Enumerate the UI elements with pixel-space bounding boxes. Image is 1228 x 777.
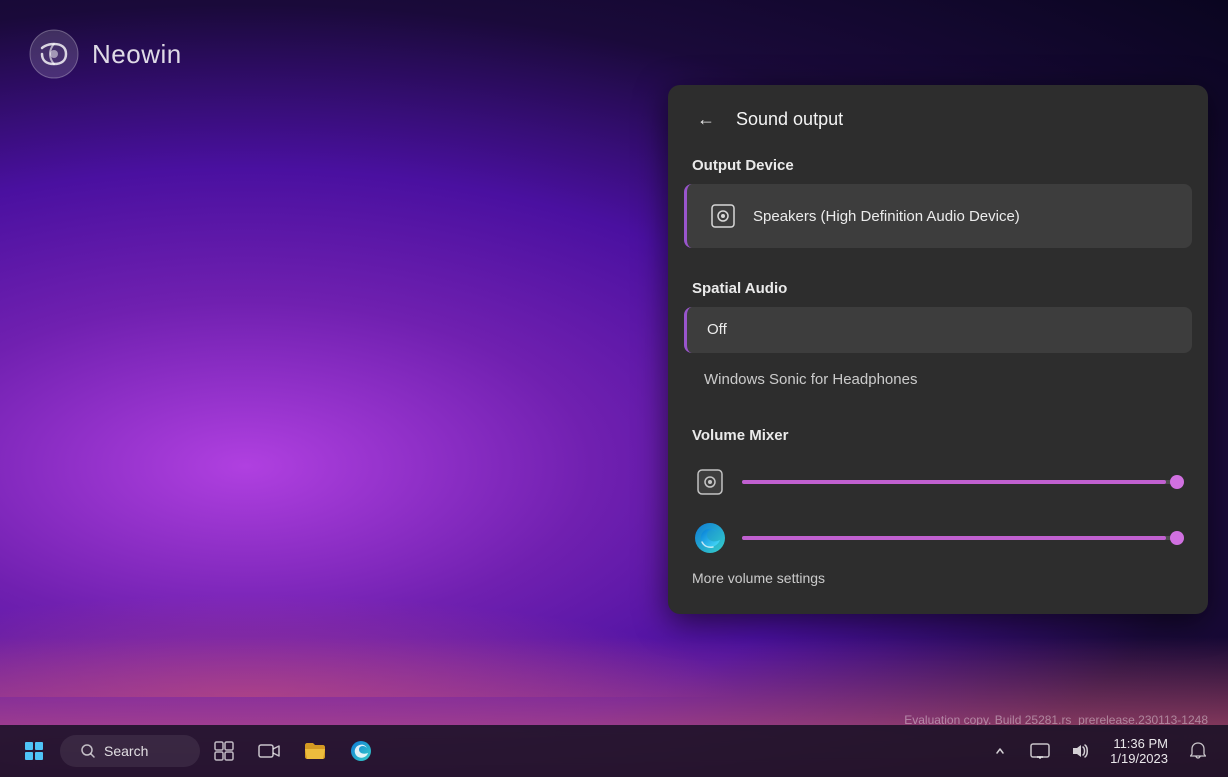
task-view-icon — [214, 741, 234, 761]
spatial-windows-sonic-text: Windows Sonic for Headphones — [704, 371, 917, 388]
volume-tray-button[interactable] — [1062, 733, 1098, 769]
neowin-logo-icon — [28, 28, 80, 80]
desktop: Neowin Evaluation copy. Build 25281.rs_p… — [0, 0, 1228, 777]
edge-volume-track — [742, 536, 1184, 540]
taskbar: Search — [0, 725, 1228, 777]
clock-area[interactable]: 11:36 PM 1/19/2023 — [1102, 732, 1176, 770]
display-icon-button[interactable] — [1022, 733, 1058, 769]
taskbar-right: 11:36 PM 1/19/2023 — [982, 732, 1216, 770]
panel-header: ← Sound output — [668, 85, 1208, 149]
clock-time: 11:36 PM — [1113, 736, 1168, 751]
edge-volume-thumb[interactable] — [1170, 531, 1184, 545]
system-volume-slider[interactable] — [742, 472, 1184, 492]
system-audio-icon — [692, 464, 728, 500]
neowin-logo: Neowin — [28, 28, 182, 80]
file-explorer-button[interactable] — [294, 735, 336, 767]
meet-button[interactable] — [248, 734, 290, 768]
spatial-audio-section: Spatial Audio Off Windows Sonic for Head… — [668, 256, 1208, 403]
output-device-item[interactable]: Speakers (High Definition Audio Device) — [684, 184, 1192, 248]
spatial-off-text: Off — [707, 321, 727, 338]
chevron-up-icon — [995, 743, 1005, 759]
system-volume-fill — [742, 480, 1166, 484]
speaker-icon — [707, 200, 739, 232]
sound-output-panel: ← Sound output Output Device Speakers (H… — [668, 85, 1208, 614]
search-icon — [80, 743, 96, 759]
clock-date: 1/19/2023 — [1110, 751, 1168, 766]
more-volume-settings-link[interactable]: More volume settings — [668, 566, 1208, 594]
meet-icon — [258, 740, 280, 762]
windows-icon — [25, 742, 43, 760]
display-icon — [1030, 743, 1050, 759]
spatial-audio-label: Spatial Audio — [668, 272, 1208, 307]
taskbar-left: Search — [12, 729, 382, 773]
panel-title: Sound output — [736, 109, 843, 130]
system-volume-track — [742, 480, 1184, 484]
edge-audio-icon — [692, 520, 728, 556]
volume-mixer-label: Volume Mixer — [668, 419, 1208, 454]
notification-icon — [1190, 742, 1206, 760]
device-name-text: Speakers (High Definition Audio Device) — [753, 208, 1020, 225]
search-button[interactable]: Search — [60, 735, 200, 767]
spatial-windows-sonic-item[interactable]: Windows Sonic for Headphones — [684, 357, 1192, 403]
spatial-off-item[interactable]: Off — [684, 307, 1192, 353]
edge-taskbar-icon — [350, 740, 372, 762]
edge-volume-slider[interactable] — [742, 528, 1184, 548]
system-volume-thumb[interactable] — [1170, 475, 1184, 489]
folder-icon — [304, 741, 326, 761]
start-button[interactable] — [12, 729, 56, 773]
edge-volume-fill — [742, 536, 1166, 540]
neowin-name: Neowin — [92, 39, 182, 70]
volume-icon — [1071, 743, 1089, 759]
edge-volume-row — [668, 510, 1208, 566]
volume-mixer-section: Volume Mixer — [668, 411, 1208, 614]
search-label: Search — [104, 743, 148, 759]
system-volume-row — [668, 454, 1208, 510]
back-button[interactable]: ← — [692, 105, 720, 133]
task-view-button[interactable] — [204, 735, 244, 767]
output-device-label: Output Device — [668, 149, 1208, 184]
edge-taskbar-button[interactable] — [340, 734, 382, 768]
tray-overflow-button[interactable] — [982, 733, 1018, 769]
notification-button[interactable] — [1180, 733, 1216, 769]
